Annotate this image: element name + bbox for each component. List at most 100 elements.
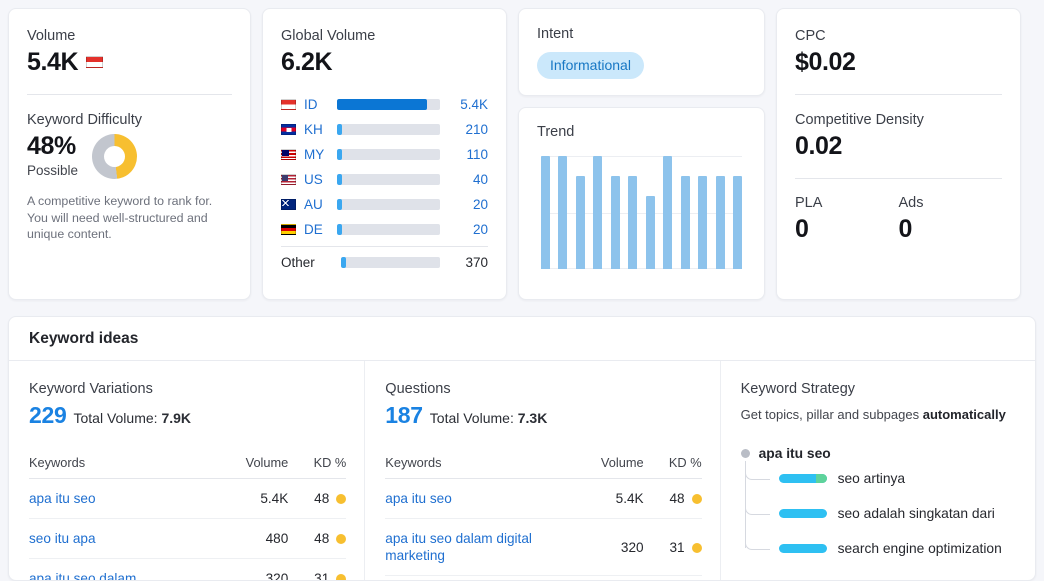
trend-bar [593, 156, 603, 269]
subtitle-plain: Get topics, pillar and subpages [740, 407, 923, 422]
country-code[interactable]: DE [304, 222, 329, 237]
questions-count[interactable]: 187 [385, 402, 423, 429]
flag-id-icon [86, 56, 104, 68]
country-volume-value: 210 [465, 122, 488, 137]
table-row[interactable]: apa itu seo 5.4K 48 [385, 478, 702, 519]
col-volume[interactable]: Volume [577, 455, 644, 479]
trend-bar [715, 176, 725, 269]
branch-pill-icon [778, 474, 827, 483]
volume-value: 5.4K [27, 48, 79, 76]
tree-branch[interactable]: seo artinya [744, 461, 1017, 496]
global-volume-value: 6.2K [281, 48, 333, 76]
table-row[interactable]: apa itu seo dalam 320 31 [29, 558, 347, 580]
keyword-ideas-header: Keyword ideas [9, 317, 1035, 361]
branch-pill-icon [778, 544, 827, 553]
pla-block: PLA 0 [795, 194, 899, 246]
col-volume[interactable]: Volume [222, 455, 289, 479]
kd-dot-icon [691, 542, 702, 553]
total-volume-value: 7.9K [161, 410, 192, 426]
col-kd[interactable]: KD % [288, 455, 347, 479]
intent-label: Intent [537, 26, 574, 42]
volume-label: Volume [27, 28, 76, 44]
country-volume-row-other: Other 370 [281, 250, 488, 275]
tree-root-label: apa itu seo [758, 446, 831, 461]
questions-table: Keywords Volume KD % apa itu seo 5.4K 48 ap… [385, 455, 702, 576]
country-volume-row[interactable]: KH 210 [281, 117, 488, 142]
table-row[interactable]: seo itu apa 480 48 [29, 518, 347, 559]
divider [27, 94, 232, 95]
tree-branch[interactable]: seo adalah singkatan dari [744, 496, 1017, 531]
root-dot-icon [740, 449, 750, 458]
keyword-difficulty-gauge-row: 48% Possible [27, 132, 232, 180]
keyword-cell[interactable]: apa itu seo [29, 478, 223, 519]
flag-au-icon [281, 199, 296, 210]
cpc-label: CPC [795, 28, 826, 44]
keyword-variations-count[interactable]: 229 [29, 402, 67, 429]
kd-text: 48% Possible [27, 132, 78, 180]
global-volume-label: Global Volume [281, 28, 376, 44]
country-code[interactable]: MY [304, 147, 329, 162]
kd-description: A competitive keyword to rank for. You w… [27, 194, 213, 241]
pla-value: 0 [795, 215, 809, 243]
cpc-value: $0.02 [795, 48, 856, 76]
country-code[interactable]: KH [304, 122, 329, 137]
subtitle-bold: automatically [922, 407, 1006, 422]
country-volume-value: 40 [472, 172, 488, 187]
flag-id-icon [281, 99, 296, 110]
keyword-variations-total-volume: Total Volume: 7.9K [73, 410, 191, 426]
divider [795, 94, 1002, 95]
ads-block: Ads 0 [899, 194, 1003, 246]
country-code[interactable]: ID [304, 97, 329, 112]
keyword-cell[interactable]: seo itu apa [29, 518, 223, 559]
trend-bar [680, 176, 690, 269]
volume-cell: 320 [577, 518, 644, 576]
keyword-cell[interactable]: apa itu seo dalam digital marketing [385, 518, 578, 576]
country-volume-row[interactable]: DE 20 [281, 217, 488, 242]
country-code[interactable]: AU [304, 197, 329, 212]
tree-branch[interactable]: search engine optimization [744, 531, 1017, 566]
col-kd[interactable]: KD % [643, 455, 702, 479]
trend-bar [610, 176, 620, 269]
keyword-strategy-subtitle: Get topics, pillar and subpages automati… [741, 406, 1017, 424]
table-row[interactable]: apa itu seo 5.4K 48 [29, 478, 347, 519]
table-row[interactable]: apa itu seo dalam digital marketing 320 31 [385, 518, 702, 576]
divider [281, 246, 488, 247]
trend-bar [541, 156, 550, 269]
country-volume-row[interactable]: US 40 [281, 167, 488, 192]
trend-bar [645, 195, 655, 269]
keyword-strategy-title: Keyword Strategy [740, 381, 856, 397]
country-volume-row[interactable]: MY 110 [281, 142, 488, 167]
intent-badge[interactable]: Informational [537, 52, 644, 79]
country-volume-value: 5.4K [460, 97, 488, 112]
branch-label: seo adalah singkatan dari [837, 506, 995, 521]
keyword-cell[interactable]: apa itu seo dalam [29, 558, 223, 580]
trend-card: Trend [518, 107, 765, 300]
volume-value-row: 5.4K [27, 45, 232, 79]
country-code[interactable]: US [304, 172, 329, 187]
keyword-overview-page: Volume 5.4K Keyword Difficulty 48% Possi… [0, 0, 1044, 581]
trend-bar [628, 176, 638, 269]
table-header-row: Keywords Volume KD % [29, 455, 347, 479]
col-keywords[interactable]: Keywords [29, 455, 223, 479]
keyword-variations-table: Keywords Volume KD % apa itu seo 5.4K 48 se… [29, 455, 347, 580]
country-volume-row[interactable]: ID 5.4K [281, 92, 488, 117]
country-volume-row[interactable]: AU 20 [281, 192, 488, 217]
divider [795, 178, 1002, 179]
keyword-cell[interactable]: apa itu seo [385, 478, 578, 519]
tree-root-node[interactable]: apa itu seo [740, 446, 1017, 461]
keyword-variations-title: Keyword Variations [29, 381, 153, 397]
total-volume-value: 7.3K [517, 410, 548, 426]
country-volume-bar [337, 124, 440, 135]
country-volume-value: 20 [472, 222, 488, 237]
questions-title: Questions [385, 381, 451, 397]
keyword-difficulty-label: Keyword Difficulty [27, 112, 142, 128]
flag-de-icon [281, 224, 296, 235]
questions-summary: 187 Total Volume: 7.3K [385, 402, 701, 429]
trend-bar [575, 176, 585, 269]
total-volume-label: Total Volume: [429, 410, 514, 426]
col-keywords[interactable]: Keywords [385, 455, 578, 479]
keyword-variations-section: Keyword Variations 229 Total Volume: 7.9… [9, 361, 364, 580]
pla-ads-row: PLA 0 Ads 0 [795, 194, 1002, 246]
trend-label: Trend [537, 124, 575, 140]
keyword-variations-summary: 229 Total Volume: 7.9K [29, 402, 346, 429]
